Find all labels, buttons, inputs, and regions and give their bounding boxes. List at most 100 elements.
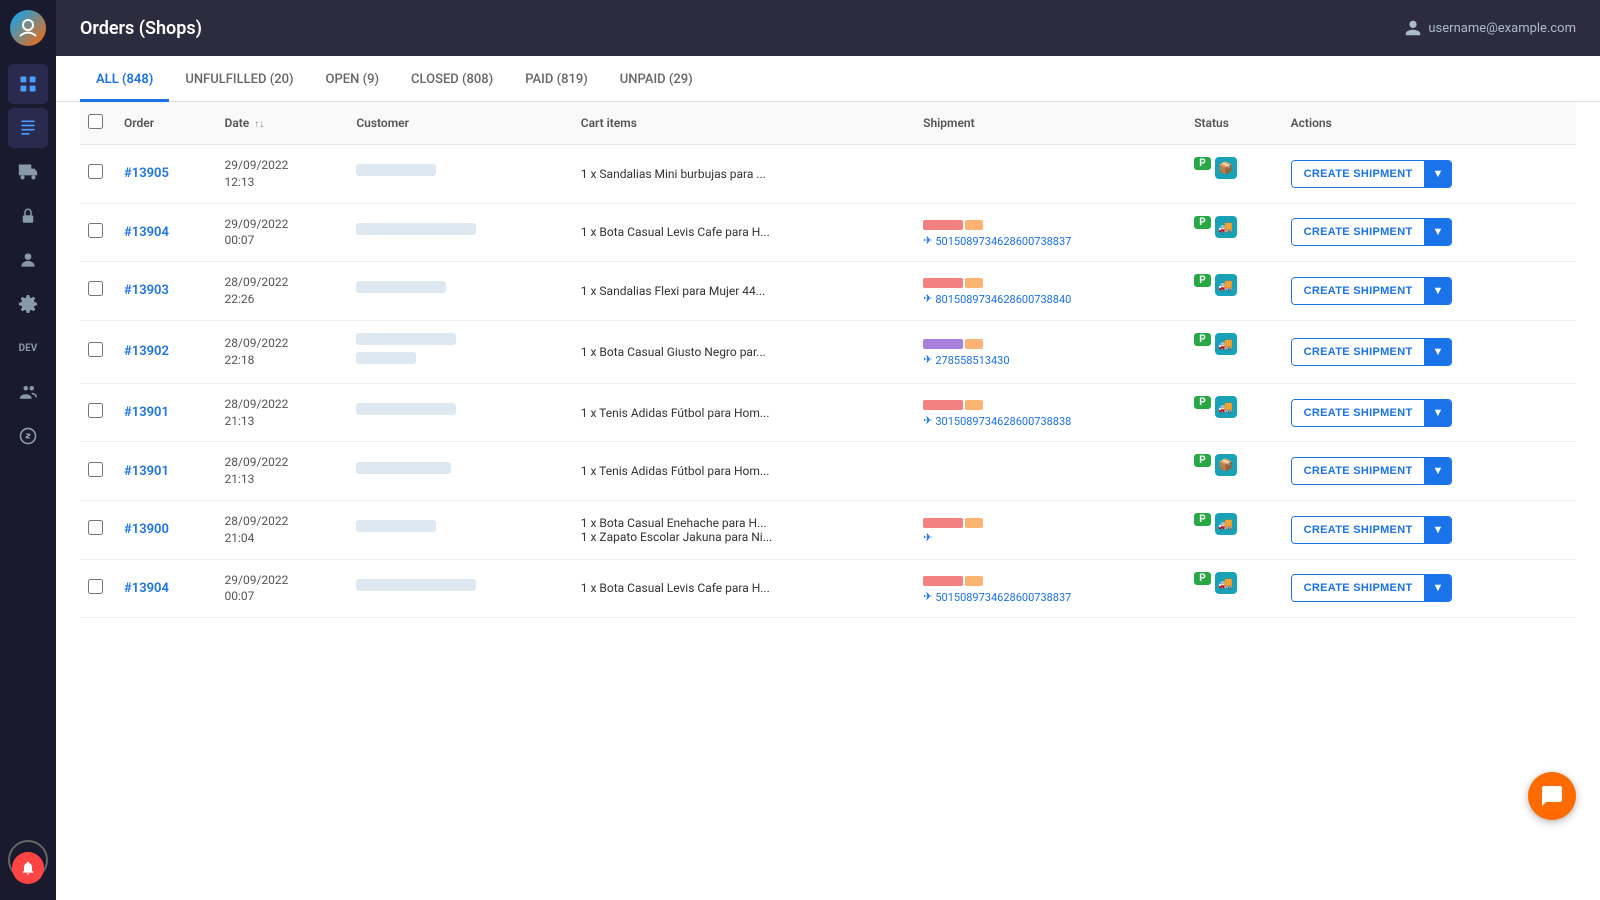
tab-all[interactable]: ALL (848) [80,56,169,102]
cart-items-cell: 1 x Tenis Adidas Fútbol para Hom... [573,383,915,442]
order-link[interactable]: #13900 [124,522,169,537]
order-link[interactable]: #13904 [124,581,169,596]
order-link[interactable]: #13905 [124,166,169,181]
cart-items-cell: 1 x Sandalias Mini burbujas para ... [573,145,915,204]
create-shipment-button[interactable]: CREATE SHIPMENT ▼ [1291,277,1453,305]
shipment-cell: ✈ 501508973462860​0738837 [915,203,1186,262]
order-date: 29/09/202212:13 [217,145,349,204]
create-shipment-main[interactable]: CREATE SHIPMENT [1292,278,1425,304]
actions-cell: CREATE SHIPMENT ▼ [1283,559,1576,618]
status-cell: P🚚 [1186,321,1282,367]
customer-cell [348,500,572,559]
row-checkbox[interactable] [88,164,103,179]
row-checkbox[interactable] [88,281,103,296]
create-shipment-button[interactable]: CREATE SHIPMENT ▼ [1291,218,1453,246]
order-link[interactable]: #13901 [124,464,169,479]
create-shipment-dropdown[interactable]: ▼ [1424,339,1451,365]
status-cell: P📦 [1186,145,1282,191]
tab-closed[interactable]: CLOSED (808) [395,56,509,102]
sidebar: DEV ? [0,0,56,900]
row-checkbox[interactable] [88,223,103,238]
user-icon [1404,19,1422,37]
sidebar-icon-orders[interactable] [8,108,48,148]
create-shipment-main[interactable]: CREATE SHIPMENT [1292,575,1425,601]
sidebar-icon-user[interactable] [8,240,48,280]
create-shipment-main[interactable]: CREATE SHIPMENT [1292,458,1425,484]
create-shipment-button[interactable]: CREATE SHIPMENT ▼ [1291,338,1453,366]
order-link[interactable]: #13904 [124,225,169,240]
cart-items-cell: 1 x Bota Casual Levis Cafe para H... [573,559,915,618]
col-date[interactable]: Date ↑↓ [217,102,349,145]
sidebar-icon-lock[interactable] [8,196,48,236]
create-shipment-button[interactable]: CREATE SHIPMENT ▼ [1291,160,1453,188]
create-shipment-button[interactable]: CREATE SHIPMENT ▼ [1291,457,1453,485]
sidebar-icon-dashboard[interactable] [8,64,48,104]
sidebar-icon-dev[interactable]: DEV [8,328,48,368]
select-all-checkbox[interactable] [88,114,103,129]
logo[interactable] [0,0,56,56]
create-shipment-dropdown[interactable]: ▼ [1424,575,1451,601]
tab-paid[interactable]: PAID (819) [509,56,604,102]
chat-button[interactable] [1528,772,1576,820]
table-row: #1390328/09/202222:261 x Sandalias Flexi… [80,262,1576,321]
status-cell: P🚚 [1186,384,1282,430]
create-shipment-main[interactable]: CREATE SHIPMENT [1292,400,1425,426]
cart-items-cell: 1 x Bota Casual Giusto Negro par... [573,320,915,383]
table-row: #13905 29/09/202212:13 1 x Sandalias Mini … [80,145,1576,204]
actions-cell: CREATE SHIPMENT ▼ [1283,442,1576,501]
table-row: #1390429/09/202200:071 x Bota Casual Lev… [80,203,1576,262]
create-shipment-main[interactable]: CREATE SHIPMENT [1292,339,1425,365]
create-shipment-button[interactable]: CREATE SHIPMENT ▼ [1291,399,1453,427]
create-shipment-main[interactable]: CREATE SHIPMENT [1292,219,1425,245]
create-shipment-dropdown[interactable]: ▼ [1424,517,1451,543]
status-badge-box: 📦 [1215,157,1237,179]
create-shipment-dropdown[interactable]: ▼ [1424,458,1451,484]
sidebar-icon-billing[interactable] [8,416,48,456]
tabs-bar: ALL (848) UNFULFILLED (20) OPEN (9) CLOS… [56,56,1600,102]
order-link[interactable]: #13902 [124,344,169,359]
sidebar-icon-team[interactable] [8,372,48,412]
col-actions: Actions [1283,102,1576,145]
create-shipment-main[interactable]: CREATE SHIPMENT [1292,161,1425,187]
customer-cell [348,442,572,501]
row-checkbox[interactable] [88,342,103,357]
status-badge-p: P [1194,274,1210,287]
create-shipment-dropdown[interactable]: ▼ [1424,400,1451,426]
create-shipment-dropdown[interactable]: ▼ [1424,161,1451,187]
create-shipment-button[interactable]: CREATE SHIPMENT ▼ [1291,516,1453,544]
shipment-cell: ✈ 501508973462860​0738837 [915,559,1186,618]
actions-cell: CREATE SHIPMENT ▼ [1283,383,1576,442]
order-link[interactable]: #13901 [124,405,169,420]
tab-unpaid[interactable]: UNPAID (29) [604,56,709,102]
shipment-cell: ✈ 801508973462860​0738840 [915,262,1186,321]
order-date: 29/09/202200:07 [217,203,349,262]
tab-unfulfilled[interactable]: UNFULFILLED (20) [169,56,309,102]
status-badge-p: P [1194,454,1210,467]
create-shipment-button[interactable]: CREATE SHIPMENT ▼ [1291,574,1453,602]
status-badge-truck: 🚚 [1215,513,1237,535]
page-title: Orders (Shops) [80,18,1404,39]
create-shipment-main[interactable]: CREATE SHIPMENT [1292,517,1425,543]
notification-button[interactable] [12,852,44,884]
sidebar-icon-settings[interactable] [8,284,48,324]
sidebar-icon-shipping[interactable] [8,152,48,192]
cart-items-cell: 1 x Tenis Adidas Fútbol para Hom... [573,442,915,501]
row-checkbox[interactable] [88,520,103,535]
tab-open[interactable]: OPEN (9) [310,56,396,102]
row-checkbox[interactable] [88,462,103,477]
row-checkbox[interactable] [88,579,103,594]
customer-cell [348,145,572,204]
row-checkbox[interactable] [88,403,103,418]
status-badge-truck: 🚚 [1215,274,1237,296]
create-shipment-dropdown[interactable]: ▼ [1424,278,1451,304]
status-cell: P🚚 [1186,262,1282,308]
order-date: 28/09/202221:04 [217,500,349,559]
customer-cell [348,262,572,321]
col-order: Order [116,102,217,145]
orders-table: Order Date ↑↓ Customer Cart items Shipme… [80,102,1576,618]
content-area: ALL (848) UNFULFILLED (20) OPEN (9) CLOS… [56,56,1600,900]
customer-cell [348,203,572,262]
order-link[interactable]: #13903 [124,283,169,298]
status-badge-truck: 🚚 [1215,216,1237,238]
create-shipment-dropdown[interactable]: ▼ [1424,219,1451,245]
